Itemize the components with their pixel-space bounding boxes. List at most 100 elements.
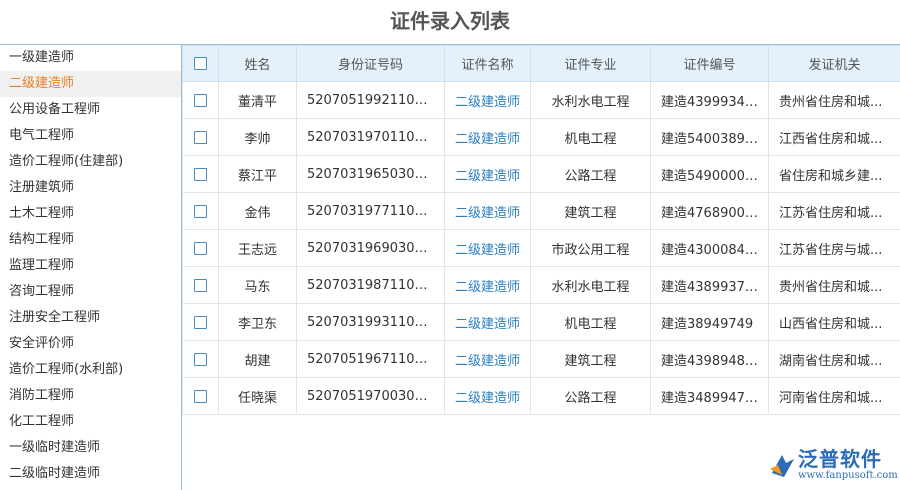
table-header-row: 姓名 身份证号码 证件名称 证件专业 证件编号 发证机关 <box>182 45 900 82</box>
table-cell: 520705196711054... <box>296 340 445 378</box>
row-select-cell <box>182 266 219 304</box>
table-cell: 水利水电工程 <box>530 266 651 304</box>
table-cell: 520705197003053... <box>296 377 445 415</box>
table-cell: 建筑工程 <box>530 192 651 230</box>
sidebar-item[interactable]: 结构工程师 <box>0 227 181 253</box>
sidebar-item[interactable]: 二级临时建造师 <box>0 461 181 487</box>
table-cell: 王志远 <box>218 229 297 267</box>
row-checkbox[interactable] <box>194 278 207 292</box>
certificate-name-link[interactable]: 二级建造师 <box>444 266 531 304</box>
table-row[interactable]: 李帅 520703197011038... 二级建造师 机电工程 建造540038993… <box>182 118 900 156</box>
table-row[interactable]: 王志远 520703196903038... 二级建造师 市政公用工程 建造430008… <box>182 229 900 267</box>
sidebar-item[interactable]: 一级临时建造师 <box>0 435 181 461</box>
table-cell: 山西省住房和城... <box>768 303 900 341</box>
column-header[interactable]: 证件名称 <box>444 45 531 82</box>
table-row[interactable]: 李卫东 520703199311038... 二级建造师 机电工程 建造38949749… <box>182 303 900 341</box>
table-cell: 江苏省住房和城... <box>768 192 900 230</box>
certificate-name-link[interactable]: 二级建造师 <box>444 303 531 341</box>
sidebar-item[interactable]: 消防工程师 <box>0 383 181 409</box>
row-checkbox[interactable] <box>194 93 207 107</box>
column-header[interactable]: 发证机关 <box>768 45 900 82</box>
table-cell: 公路工程 <box>530 377 651 415</box>
table-row[interactable]: 金伟 52070319771103239 二级建造师 建筑工程 建造476890038 江… <box>182 192 900 230</box>
sidebar-item[interactable]: 造价工程师(住建部) <box>0 149 181 175</box>
table-cell: 建造38949749 <box>650 303 769 341</box>
row-checkbox[interactable] <box>194 167 207 181</box>
table-cell: 贵州省住房和城... <box>768 81 900 119</box>
table-cell: 建造549000038 <box>650 155 769 193</box>
table-cell: 52070319771103239 <box>296 192 445 230</box>
sidebar-item[interactable]: 安全评价师 <box>0 331 181 357</box>
table-cell: 水利水电工程 <box>530 81 651 119</box>
table-cell: 李卫东 <box>218 303 297 341</box>
row-select-cell <box>182 155 219 193</box>
row-select-cell <box>182 81 219 119</box>
row-select-cell <box>182 229 219 267</box>
table-body: 董清平 520705199211058... 二级建造师 水利水电工程 建造439993… <box>182 81 900 415</box>
sidebar-item[interactable]: 注册建筑师 <box>0 175 181 201</box>
table-cell: 马东 <box>218 266 297 304</box>
certificate-name-link[interactable]: 二级建造师 <box>444 118 531 156</box>
table-cell: 江苏省住房与城... <box>768 229 900 267</box>
page-title: 证件录入列表 <box>390 9 510 33</box>
fanpu-logo: 泛普软件 www.fanpusoft.com <box>768 443 898 487</box>
table-row[interactable]: 胡建 520705196711054... 二级建造师 建筑工程 建造439894899… <box>182 340 900 378</box>
table-cell: 建造430008439 <box>650 229 769 267</box>
table-cell: 江西省住房和城... <box>768 118 900 156</box>
row-select-cell <box>182 340 219 378</box>
certificate-name-link[interactable]: 二级建造师 <box>444 229 531 267</box>
column-header[interactable]: 证件编号 <box>650 45 769 82</box>
table-cell: 建造476890038 <box>650 192 769 230</box>
sidebar-item[interactable]: 电气工程师 <box>0 123 181 149</box>
certificate-name-link[interactable]: 二级建造师 <box>444 155 531 193</box>
certificate-table: 姓名 身份证号码 证件名称 证件专业 证件编号 发证机关 董清平 5207051992110… <box>182 45 900 415</box>
row-checkbox[interactable] <box>194 241 207 255</box>
sidebar-item[interactable]: 化工工程师 <box>0 409 181 435</box>
table-cell: 省住房和城乡建... <box>768 155 900 193</box>
table-cell: 520703196503038... <box>296 155 445 193</box>
column-header[interactable]: 身份证号码 <box>296 45 445 82</box>
select-all-checkbox[interactable] <box>194 57 207 70</box>
table-row[interactable]: 任晓渠 520705197003053... 二级建造师 公路工程 建造34899472… <box>182 377 900 415</box>
row-select-cell <box>182 118 219 156</box>
table-row[interactable]: 蔡江平 520703196503038... 二级建造师 公路工程 建造54900003… <box>182 155 900 193</box>
category-sidebar: 一级建造师 二级建造师 公用设备工程师 电气工程师 造价工程师(住建部) 注册建筑师 土木工… <box>0 44 182 490</box>
row-checkbox[interactable] <box>194 204 207 218</box>
row-checkbox[interactable] <box>194 130 207 144</box>
certificate-name-link[interactable]: 二级建造师 <box>444 340 531 378</box>
sidebar-item[interactable]: 注册安全工程师 <box>0 305 181 331</box>
table-cell: 董清平 <box>218 81 297 119</box>
sidebar-item[interactable]: 二级建造师 <box>0 71 181 97</box>
table-cell: 建造438993792 <box>650 266 769 304</box>
row-checkbox[interactable] <box>194 352 207 366</box>
sidebar-item[interactable]: 土木工程师 <box>0 201 181 227</box>
sidebar-item[interactable]: 造价工程师(水利部) <box>0 357 181 383</box>
table-cell: 520703199311038... <box>296 303 445 341</box>
logo-name: 泛普软件 <box>798 447 882 471</box>
certificate-name-link[interactable]: 二级建造师 <box>444 81 531 119</box>
row-select-cell <box>182 377 219 415</box>
table-cell: 建造439993489 <box>650 81 769 119</box>
table-cell: 湖南省住房和城... <box>768 340 900 378</box>
table-cell: 机电工程 <box>530 303 651 341</box>
table-cell: 520703198711038... <box>296 266 445 304</box>
table-row[interactable]: 董清平 520705199211058... 二级建造师 水利水电工程 建造439993… <box>182 81 900 119</box>
column-header[interactable]: 证件专业 <box>530 45 651 82</box>
sidebar-item[interactable]: 咨询工程师 <box>0 279 181 305</box>
table-row[interactable]: 马东 520703198711038... 二级建造师 水利水电工程 建造4389937… <box>182 266 900 304</box>
sidebar-item[interactable]: 监理工程师 <box>0 253 181 279</box>
table-cell: 蔡江平 <box>218 155 297 193</box>
row-select-cell <box>182 303 219 341</box>
table-cell: 李帅 <box>218 118 297 156</box>
logo-url: www.fanpusoft.com <box>798 470 898 481</box>
certificate-name-link[interactable]: 二级建造师 <box>444 192 531 230</box>
row-checkbox[interactable] <box>194 315 207 329</box>
row-checkbox[interactable] <box>194 389 207 403</box>
row-select-cell <box>182 192 219 230</box>
sidebar-item[interactable]: 公用设备工程师 <box>0 97 181 123</box>
sidebar-item[interactable]: 一级建造师 <box>0 45 181 71</box>
column-header[interactable]: 姓名 <box>218 45 297 82</box>
certificate-name-link[interactable]: 二级建造师 <box>444 377 531 415</box>
fanpu-logo-icon <box>770 455 794 477</box>
table-cell: 胡建 <box>218 340 297 378</box>
